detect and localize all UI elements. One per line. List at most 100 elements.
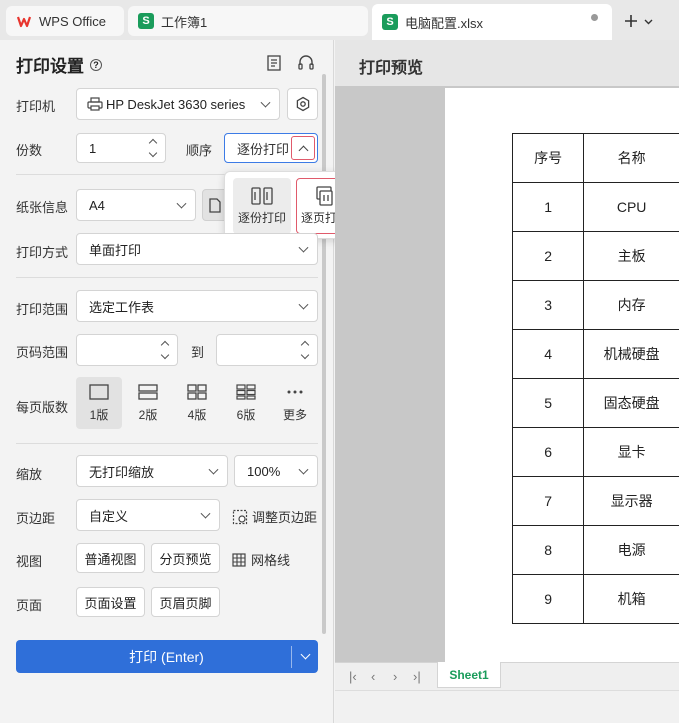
layout-1-icon	[89, 383, 109, 400]
print-button[interactable]: 打印 (Enter)	[16, 640, 318, 673]
table-cell-index: 7	[511, 476, 585, 526]
pps-option-more[interactable]: 更多	[272, 377, 318, 429]
table-cell-name: 名称	[583, 133, 679, 183]
printer-select[interactable]: HP DeskJet 3630 series	[76, 88, 280, 120]
pps-option-4[interactable]: 4版	[174, 377, 220, 429]
preview-table: 序号 名称 1 CPU 2 主板 3 内存 4 机械硬盘 5 固态硬盘 6 显卡 7 显示器 8 电源 9 机箱	[511, 133, 679, 624]
page-by-page-icon	[316, 186, 333, 206]
panel-title-text: 打印设置	[16, 57, 84, 76]
print-range-select[interactable]: 选定工作表	[76, 290, 318, 322]
copies-stepper[interactable]: 1	[76, 133, 166, 163]
help-icon[interactable]: ?	[90, 58, 102, 71]
tab-wps-office[interactable]: WPS Office	[6, 6, 124, 36]
prev-sheet-icon[interactable]: ‹	[371, 669, 375, 684]
table-row: 6 显卡	[511, 427, 679, 477]
status-bar	[335, 690, 679, 723]
paper-select[interactable]: A4	[76, 189, 196, 221]
panel-scrollbar[interactable]	[322, 74, 326, 634]
pps-option-1[interactable]: 1版	[76, 377, 122, 429]
table-row: 9 机箱	[511, 574, 679, 624]
printer-label: 打印机	[16, 99, 56, 114]
divider	[16, 443, 318, 444]
page-range-from-input[interactable]	[76, 334, 178, 366]
spin-arrows-icon[interactable]	[301, 340, 309, 360]
table-row: 1 CPU	[511, 182, 679, 232]
spin-arrows-icon[interactable]	[149, 138, 157, 158]
pps-option-label: 1版	[89, 407, 109, 422]
header-footer-button[interactable]: 页眉页脚	[151, 587, 220, 617]
chevron-down-icon	[644, 19, 652, 24]
margin-label: 页边距	[16, 511, 56, 526]
print-method-label: 打印方式	[16, 245, 69, 260]
page-label: 页面	[16, 598, 43, 613]
order-value: 逐份打印	[237, 141, 290, 157]
first-sheet-icon[interactable]: |‹	[349, 669, 357, 684]
page-range-label: 页码范围	[16, 345, 69, 360]
margin-value: 自定义	[89, 508, 129, 524]
sheet-tab-sheet1[interactable]: Sheet1	[437, 662, 501, 688]
chevron-down-icon	[298, 464, 309, 475]
pps-option-label: 2版	[138, 407, 158, 422]
spin-arrows-icon[interactable]	[161, 340, 169, 360]
order-option-collate[interactable]: 逐份打印	[233, 178, 291, 234]
collate-icon	[251, 187, 273, 205]
last-sheet-icon[interactable]: ›|	[413, 669, 421, 684]
page-layout-icon[interactable]	[265, 54, 283, 72]
layout-4-icon	[187, 383, 207, 400]
spreadsheet-icon: S	[138, 13, 154, 29]
print-range-value: 选定工作表	[89, 299, 155, 315]
portrait-page-icon	[209, 197, 221, 213]
headset-icon[interactable]	[297, 54, 315, 72]
layout-2-icon	[138, 383, 158, 400]
table-row: 4 机械硬盘	[511, 329, 679, 379]
tab-workbook1[interactable]: S 工作簿1	[128, 6, 368, 36]
table-cell-name: 电源	[583, 525, 679, 575]
tab-bar: WPS Office S 工作簿1 S 电脑配置.xlsx	[0, 0, 679, 40]
scale-select[interactable]: 无打印缩放	[76, 455, 228, 487]
order-dropdown-toggle[interactable]	[291, 136, 315, 160]
adjust-margin-label: 调整页边距	[252, 510, 318, 525]
order-select[interactable]: 逐份打印	[224, 133, 318, 163]
preview-page: 序号 名称 1 CPU 2 主板 3 内存 4 机械硬盘 5 固态硬盘 6 显卡 7 显示器 8 电源 9 机箱	[445, 88, 679, 662]
grid-icon	[232, 552, 246, 567]
gridlines-label: 网格线	[251, 553, 291, 568]
pps-option-6[interactable]: 6版	[223, 377, 269, 429]
pps-option-label: 6版	[236, 407, 256, 422]
panel-title: 打印设置 ?	[16, 52, 102, 77]
unsaved-dot-icon[interactable]	[591, 14, 598, 21]
chevron-down-icon	[300, 649, 310, 660]
paper-label: 纸张信息	[16, 200, 69, 215]
tab-label: 工作簿1	[161, 14, 208, 30]
printer-settings-button[interactable]	[287, 88, 318, 120]
page-range-to-label: 到	[191, 345, 205, 360]
paper-value: A4	[89, 197, 105, 213]
page-range-to-input[interactable]	[216, 334, 318, 366]
chevron-down-icon	[298, 242, 309, 253]
next-sheet-icon[interactable]: ›	[393, 669, 397, 684]
table-cell-name: 固态硬盘	[583, 378, 679, 428]
wps-logo-icon	[16, 13, 32, 29]
scale-percent-select[interactable]: 100%	[234, 455, 318, 487]
preview-canvas: 序号 名称 1 CPU 2 主板 3 内存 4 机械硬盘 5 固态硬盘 6 显卡 7 显示器 8 电源 9 机箱	[335, 86, 679, 662]
table-cell-name: 显卡	[583, 427, 679, 477]
table-cell-name: 机箱	[583, 574, 679, 624]
table-row: 2 主板	[511, 231, 679, 281]
normal-view-button[interactable]: 普通视图	[76, 543, 145, 573]
pps-option-2[interactable]: 2版	[125, 377, 171, 429]
gridlines-toggle[interactable]: 网格线	[232, 550, 290, 569]
table-row: 8 电源	[511, 525, 679, 575]
adjust-margin-button[interactable]: 调整页边距	[232, 507, 317, 526]
copies-label: 份数	[16, 143, 43, 158]
chevron-down-icon	[200, 508, 211, 519]
margin-select[interactable]: 自定义	[76, 499, 220, 531]
table-cell-index: 8	[511, 525, 585, 575]
table-row: 3 内存	[511, 280, 679, 330]
page-break-preview-button[interactable]: 分页预览	[151, 543, 220, 573]
page-setup-button[interactable]: 页面设置	[76, 587, 145, 617]
pps-option-label: 4版	[187, 407, 207, 422]
print-options-dropdown[interactable]	[292, 649, 318, 660]
new-tab-button[interactable]	[618, 8, 658, 34]
tab-active-file[interactable]: S 电脑配置.xlsx	[372, 4, 612, 40]
chevron-down-icon	[208, 464, 219, 475]
print-method-select[interactable]: 单面打印	[76, 233, 318, 265]
